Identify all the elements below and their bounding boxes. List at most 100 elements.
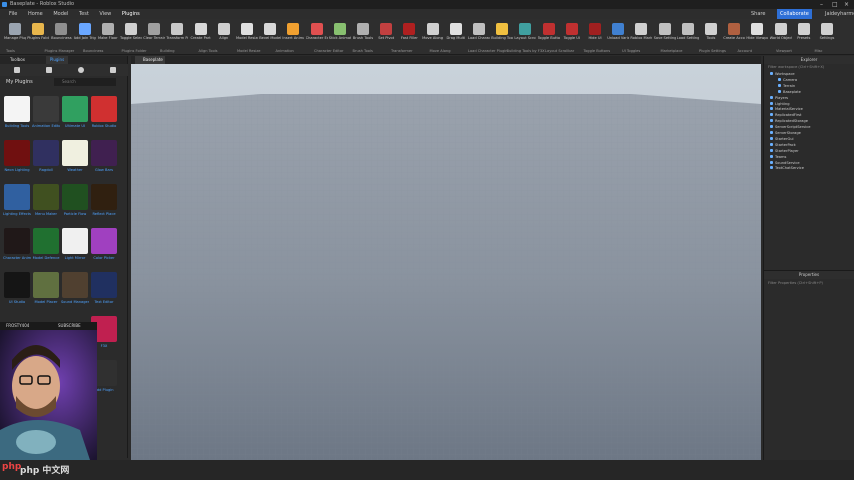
tab-toolbox[interactable]: Toolbox [10,56,25,64]
plugin-search-input[interactable]: Search [54,78,116,86]
ribbon-button-label: Roblox Marketplace [630,36,653,40]
grid-icon[interactable] [46,67,52,73]
ribbon-button-21[interactable]: Building Tools by F3X [491,21,513,51]
explorer-filter-input[interactable]: Filter workspace (Ctrl+Shift+X) [768,65,824,70]
plugin-tile[interactable]: Color Picker [90,228,118,272]
ribbon-button-20[interactable]: Load Character Pro [468,21,490,51]
plugin-tile[interactable]: Character Animation [3,228,31,272]
minimize-button[interactable]: – [820,0,823,9]
plugin-tile[interactable]: Animation Editor [32,96,60,140]
ribbon-button-35[interactable]: Settings [816,21,838,51]
ribbon-button-33[interactable]: World Objects [770,21,792,51]
ribbon-button-28[interactable]: Save Settings [654,21,676,51]
menu-model[interactable]: Model [53,9,68,19]
user-menu[interactable]: Jaideyharmon [825,9,854,19]
menu-file[interactable]: File [9,9,17,19]
ribbon-button-label: Drag Multi [446,36,466,40]
plugin-tile[interactable]: Roblox Studio [90,96,118,140]
explorer-item[interactable]: ReplicatedStorage [770,119,808,124]
explorer-item[interactable]: MaterialService [770,107,803,112]
tab-plugins[interactable]: Plugins [46,56,68,64]
plugin-tile[interactable]: Lighting Effects [3,184,31,228]
plugin-tile[interactable]: Model Defence [32,228,60,272]
plugin-tile[interactable]: UI Studio [3,272,31,316]
ribbon-button-3[interactable]: Add Join Trigger [74,21,96,51]
plugin-tile[interactable]: Text Editor [90,272,118,316]
explorer-item[interactable]: SoundService [770,160,800,166]
plugin-tile[interactable]: Reflect Place [90,184,118,228]
explorer-item[interactable]: ServerScriptService [770,125,811,130]
ribbon-button-17[interactable]: Fast Filler [398,21,420,51]
plugin-tile[interactable]: Ragdoll [32,140,60,184]
explorer-item[interactable]: Lighting [770,101,790,107]
ribbon-button-14[interactable]: Stick Animation [329,21,351,51]
explorer-item[interactable]: ServerStorage [770,131,801,136]
plugin-tile[interactable]: Glow Bars [90,140,118,184]
ribbon-button-5[interactable]: Toggle Select [120,21,142,51]
ribbon-button-15[interactable]: Brush Tools [352,21,374,51]
ribbon-button-29[interactable]: Load Settings [677,21,699,51]
plugin-tile[interactable]: Ultimate UI [61,96,89,140]
menu-home[interactable]: Home [28,9,43,19]
menu-test[interactable]: Test [79,9,89,19]
explorer-item[interactable]: Teams [770,154,786,160]
settings-icon[interactable] [78,67,84,73]
maximize-button[interactable]: □ [832,0,838,9]
explorer-item[interactable]: ReplicatedFirst [770,113,801,118]
ribbon-button-10[interactable]: Model Resize [236,21,258,51]
ribbon-button-0[interactable]: Manage Plugins [4,21,26,51]
ribbon-button-8[interactable]: Create Part [190,21,212,51]
ribbon-button-4[interactable]: Make Floor [97,21,119,51]
plugin-tile[interactable]: Building Tools [3,96,31,140]
ribbon-button-16[interactable]: Set Pivot [375,21,397,51]
plugin-tile[interactable]: Model Placer [32,272,60,316]
explorer-item[interactable]: TextChatService [770,166,804,171]
ribbon-button-27[interactable]: Roblox Marketplace [630,21,652,51]
ribbon-group-label: Account [737,49,753,53]
3d-viewport[interactable] [131,64,761,460]
ribbon-button-25[interactable]: Hide UI [584,21,606,51]
collaborate-button[interactable]: Collaborate [777,9,812,19]
ribbon-button-19[interactable]: Drag Multi [445,21,467,51]
ribbon-button-23[interactable]: Toggle Buttons [538,21,560,51]
ribbon-button-12[interactable]: Insert Animation [282,21,304,51]
close-button[interactable]: × [844,0,849,9]
ribbon-button-7[interactable]: Transform Part [166,21,188,51]
ribbon-button-2[interactable]: Bounciness [50,21,72,51]
ribbon-button-30[interactable]: Tools [700,21,722,51]
share-button[interactable]: Share [751,9,765,19]
explorer-item[interactable]: StarterPack [770,142,796,148]
plugin-tile[interactable]: Particle Flow [61,184,89,228]
ribbon-button-13[interactable]: Character Editor [306,21,328,51]
ribbon-button-31[interactable]: Create Account [723,21,745,51]
ribbon-button-6[interactable]: Clear Terrain [143,21,165,51]
explorer-item[interactable]: Terrain [778,83,795,89]
explorer-item[interactable]: StarterPlayer [770,148,799,154]
plugin-tile[interactable]: Neon Lighting [3,140,31,184]
ribbon-button-24[interactable]: Toggle UI [561,21,583,51]
ribbon-button-22[interactable]: Layout Scrollbar [514,21,536,51]
ribbon-button-9[interactable]: Align [213,21,235,51]
menu-view[interactable]: View [99,9,111,19]
ribbon-button-32[interactable]: Hide Viewport [746,21,768,51]
ribbon-button-1[interactable]: Plugins Folder [27,21,49,51]
ribbon-group-label: Toggle Buttons [583,49,611,53]
plugin-tile[interactable]: Menu Maker [32,184,60,228]
tab-baseplate[interactable]: Baseplate [135,56,165,64]
explorer-item[interactable]: Players [770,95,788,101]
plugin-tile[interactable]: Weather [61,140,89,184]
pin-icon[interactable] [110,67,116,73]
explorer-item[interactable]: Baseplate [778,89,801,95]
ribbon-button-34[interactable]: Presets [793,21,815,51]
plugin-tile[interactable]: Sound Manager [61,272,89,316]
ribbon-button-26[interactable]: Unload Variables [607,21,629,51]
plugin-tile[interactable]: Light Mirror [61,228,89,272]
properties-filter-input[interactable]: Filter Properties (Ctrl+Shift+P) [768,281,823,286]
explorer-item[interactable]: Workspace [770,72,795,77]
ribbon-button-11[interactable]: Bevel Model [259,21,281,51]
explorer-item[interactable]: StarterGui [770,136,794,142]
lock-icon[interactable] [14,67,20,73]
explorer-item[interactable]: Camera [778,77,797,83]
ribbon-button-label: Load Character Pro [468,36,490,40]
ribbon-button-18[interactable]: Move Along [422,21,444,51]
